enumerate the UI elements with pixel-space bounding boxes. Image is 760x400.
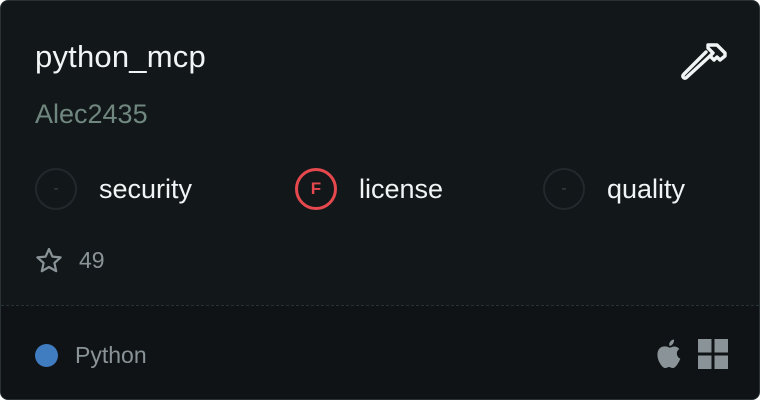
license-grade-badge: F [295, 168, 337, 210]
score-security: - security [35, 165, 192, 213]
license-label: license [359, 173, 444, 204]
language-tag: Python [35, 342, 147, 369]
apple-icon [657, 339, 681, 369]
hammer-icon [681, 43, 727, 80]
star-count: 49 [35, 245, 105, 275]
quality-label: quality [607, 173, 686, 204]
security-label: security [99, 173, 193, 204]
card-footer: Python [1, 305, 759, 399]
score-quality: - quality [543, 165, 685, 213]
server-card[interactable]: python_mcp Alec2435 - security F license… [0, 0, 760, 400]
quality-grade-badge: - [543, 168, 585, 210]
security-grade-badge: - [35, 168, 77, 210]
windows-icon [698, 339, 728, 369]
server-author[interactable]: Alec2435 [35, 99, 148, 130]
score-license: F license [295, 165, 443, 213]
star-count-value: 49 [79, 246, 105, 273]
star-icon [36, 247, 62, 272]
server-name[interactable]: python_mcp [35, 39, 206, 75]
language-name: Python [75, 342, 147, 368]
language-color-dot [35, 344, 58, 367]
